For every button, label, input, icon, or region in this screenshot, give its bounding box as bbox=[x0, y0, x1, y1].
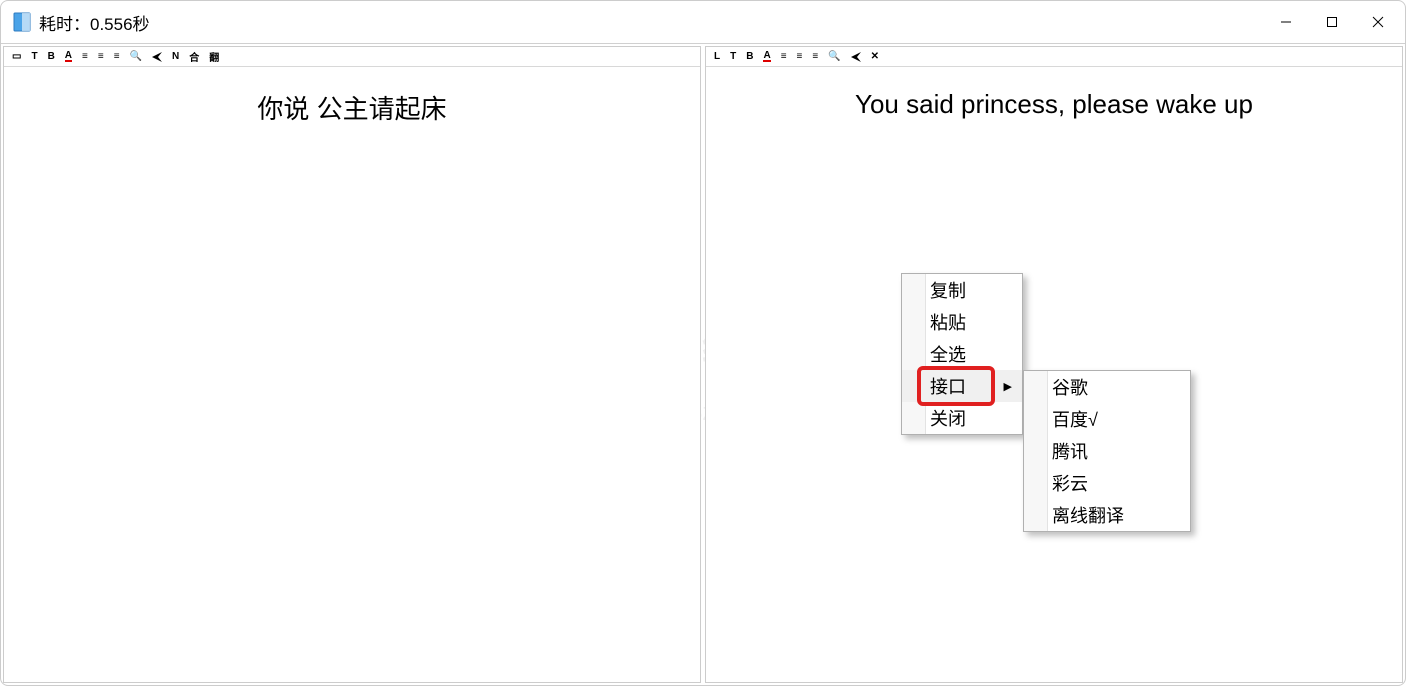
tb-n-icon[interactable]: N bbox=[172, 51, 179, 62]
window-title: 耗时：0.556秒 bbox=[39, 10, 150, 35]
menu-item-api[interactable]: 接口 ▶ bbox=[902, 370, 1022, 402]
tb-align-left-icon[interactable]: ≡ bbox=[82, 51, 88, 62]
tb-align-left-icon[interactable]: ≡ bbox=[781, 51, 787, 62]
context-menu: 复制 粘贴 全选 接口 ▶ 关闭 bbox=[901, 273, 1023, 435]
tb-text-icon[interactable]: T bbox=[730, 51, 736, 62]
submenu-arrow-icon: ▶ bbox=[1004, 380, 1012, 393]
titlebar: 耗时：0.556秒 bbox=[1, 1, 1405, 43]
menu-item-copy[interactable]: 复制 bbox=[902, 274, 1022, 306]
left-editor[interactable]: 你说 公主请起床 bbox=[4, 67, 700, 682]
submenu-item-caiyun[interactable]: 彩云 bbox=[1024, 467, 1190, 499]
tb-align-right-icon[interactable]: ≡ bbox=[812, 51, 818, 62]
submenu-item-offline[interactable]: 离线翻译 bbox=[1024, 499, 1190, 531]
submenu-item-tencent[interactable]: 腾讯 bbox=[1024, 435, 1190, 467]
context-submenu: 谷歌 百度√ 腾讯 彩云 离线翻译 bbox=[1023, 370, 1191, 532]
app-icon bbox=[13, 12, 31, 32]
tb-align-center-icon[interactable]: ≡ bbox=[797, 51, 803, 62]
tb-search-icon[interactable]: 🔍 bbox=[828, 51, 840, 62]
right-toolbar: L T B A ≡ ≡ ≡ 🔍 ✕ bbox=[706, 47, 1402, 67]
app-window: 耗时：0.556秒 i3综合社区 www.i3zh.com ▭ T B A bbox=[0, 0, 1406, 686]
tb-search-icon[interactable]: 🔍 bbox=[130, 51, 142, 62]
tb-translate-icon[interactable]: 翻 bbox=[209, 49, 219, 64]
tb-l-icon[interactable]: L bbox=[714, 51, 720, 62]
left-pane: ▭ T B A ≡ ≡ ≡ 🔍 N 合 翻 你说 公主请起床 bbox=[3, 46, 701, 683]
menu-item-selectall[interactable]: 全选 bbox=[902, 338, 1022, 370]
menu-item-paste[interactable]: 粘贴 bbox=[902, 306, 1022, 338]
left-text: 你说 公主请起床 bbox=[4, 67, 700, 126]
tb-clear-icon[interactable]: ✕ bbox=[871, 51, 879, 62]
tb-align-right-icon[interactable]: ≡ bbox=[114, 51, 120, 62]
minimize-button[interactable] bbox=[1263, 6, 1309, 38]
tb-align-center-icon[interactable]: ≡ bbox=[98, 51, 104, 62]
submenu-item-baidu[interactable]: 百度√ bbox=[1024, 403, 1190, 435]
close-button[interactable] bbox=[1355, 6, 1401, 38]
content-area: i3综合社区 www.i3zh.com ▭ T B A ≡ ≡ ≡ 🔍 N 合 … bbox=[1, 43, 1405, 685]
tb-fontcolor-icon[interactable]: A bbox=[65, 52, 72, 62]
tb-send-icon[interactable] bbox=[851, 52, 861, 62]
tb-box-icon[interactable]: ▭ bbox=[12, 51, 21, 62]
tb-send-icon[interactable] bbox=[152, 52, 162, 62]
tb-text-icon[interactable]: T bbox=[31, 51, 37, 62]
right-text: You said princess, please wake up bbox=[706, 67, 1402, 120]
submenu-item-google[interactable]: 谷歌 bbox=[1024, 371, 1190, 403]
right-pane: L T B A ≡ ≡ ≡ 🔍 ✕ You said princess, ple… bbox=[705, 46, 1403, 683]
tb-fontcolor-icon[interactable]: A bbox=[763, 52, 770, 62]
left-toolbar: ▭ T B A ≡ ≡ ≡ 🔍 N 合 翻 bbox=[4, 47, 700, 67]
tb-bold-icon[interactable]: B bbox=[746, 51, 753, 62]
menu-item-close[interactable]: 关闭 bbox=[902, 402, 1022, 434]
maximize-button[interactable] bbox=[1309, 6, 1355, 38]
tb-bold-icon[interactable]: B bbox=[48, 51, 55, 62]
tb-merge-icon[interactable]: 合 bbox=[189, 49, 199, 64]
